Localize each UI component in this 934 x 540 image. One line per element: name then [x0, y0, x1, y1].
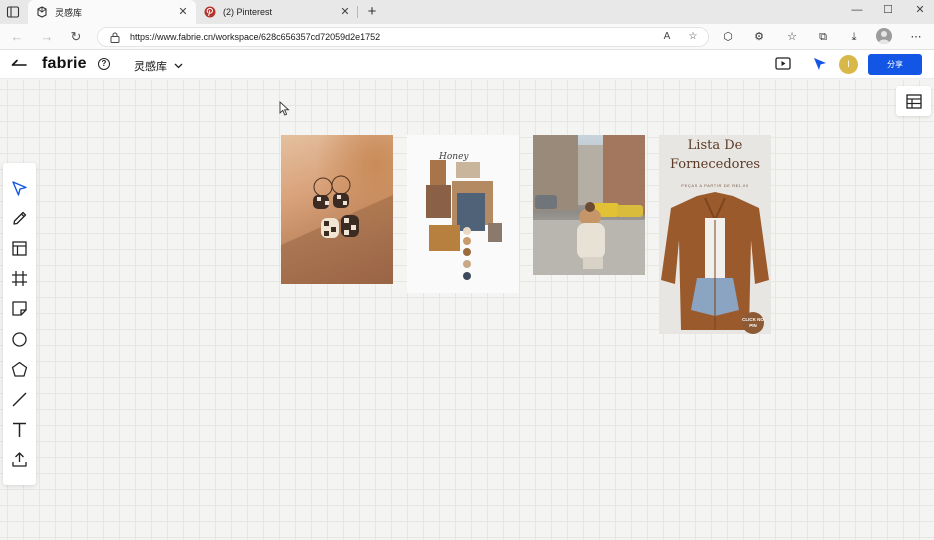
earrings-illustration — [281, 175, 393, 284]
profile-icon — [878, 31, 890, 44]
fabrie-logo[interactable]: fabrie — [42, 55, 87, 73]
tab-title: (2) Pinterest — [223, 7, 273, 17]
workspace-name: 灵感库 — [134, 61, 167, 73]
read-aloud-icon[interactable]: A — [660, 30, 674, 44]
circle-tool-icon[interactable] — [11, 331, 28, 348]
close-window-icon[interactable]: ✕ — [913, 3, 927, 17]
sticky-note-tool-icon[interactable] — [11, 300, 28, 317]
downloads-icon[interactable]: ⤓ — [846, 29, 862, 45]
suppliers-list-pin[interactable]: Lista De Fornecedores PEÇAS A PARTIR DE … — [659, 135, 771, 334]
url-text[interactable]: https://www.fabrie.cn/workspace/628c6563… — [130, 32, 380, 42]
chevron-down-icon — [174, 63, 183, 69]
close-tab-icon[interactable]: ✕ — [340, 7, 350, 18]
forward-icon[interactable]: → — [39, 29, 55, 45]
polygon-tool-icon[interactable] — [11, 361, 28, 378]
favorite-star-icon[interactable]: ☆ — [686, 30, 700, 44]
earrings-photo[interactable] — [281, 135, 393, 284]
back-icon[interactable]: ← — [9, 29, 25, 45]
help-icon[interactable]: ? — [98, 58, 110, 70]
new-tab-button[interactable]: + — [364, 4, 380, 20]
tab-inspiration[interactable]: 灵感库 ✕ — [28, 0, 196, 24]
frame-tool-icon[interactable] — [11, 270, 28, 287]
honey-moodboard[interactable]: Honey — [407, 135, 519, 293]
present-icon[interactable] — [775, 57, 791, 70]
pin-title-line-1: Lista De — [687, 138, 743, 153]
moodboard-caption: Honey — [439, 152, 469, 162]
workspace-selector[interactable]: 灵感库 — [134, 58, 183, 74]
tab-title: 灵感库 — [55, 7, 83, 18]
pin-subtitle: PEÇAS A PARTIR DE R$1,00 — [681, 183, 749, 188]
follow-cursor-icon[interactable] — [813, 57, 827, 71]
select-tool-icon[interactable] — [11, 180, 28, 197]
app-header: fabrie ? 灵感库 I 分享 — [0, 50, 934, 79]
navigation-bar: ← → ↻ https://www.fabrie.cn/workspace/62… — [0, 24, 934, 50]
click-no-pin-badge: CLICK NO PIN — [742, 312, 764, 334]
pinterest-icon — [204, 6, 216, 18]
mouse-pointer-icon — [279, 101, 290, 116]
favorites-icon[interactable]: ☆ — [784, 29, 800, 45]
user-avatar[interactable]: I — [839, 55, 858, 74]
collections-icon[interactable]: ⧉ — [815, 29, 831, 45]
close-tab-icon[interactable]: ✕ — [178, 7, 188, 18]
tool-palette — [3, 163, 36, 485]
refresh-icon[interactable]: ↻ — [68, 29, 84, 45]
text-tool-icon[interactable] — [11, 421, 28, 438]
street-scene-illustration — [533, 135, 645, 275]
tab-pinterest[interactable]: (2) Pinterest ✕ — [196, 0, 358, 24]
pin-title-line-2: Fornecedores — [669, 157, 761, 172]
window-menu-icon[interactable] — [6, 5, 20, 19]
minimize-icon[interactable]: — — [850, 3, 864, 17]
layout-tool-icon[interactable] — [11, 240, 28, 257]
upload-tool-icon[interactable] — [11, 451, 28, 468]
back-arrow-icon[interactable] — [11, 57, 27, 71]
layout-panel-button[interactable] — [896, 86, 931, 116]
pen-tool-icon[interactable] — [11, 210, 28, 227]
tab-separator — [357, 6, 358, 18]
table-layout-icon — [906, 94, 922, 109]
extension-puzzle-icon[interactable]: ⬡ — [720, 29, 736, 45]
lock-icon[interactable] — [110, 32, 120, 43]
address-bar[interactable]: https://www.fabrie.cn/workspace/628c6563… — [97, 27, 709, 47]
tab-strip: 灵感库 ✕ (2) Pinterest ✕ + — ☐ ✕ — [0, 0, 934, 24]
line-tool-icon[interactable] — [11, 391, 28, 408]
profile-avatar[interactable] — [876, 28, 892, 44]
extensions-icon[interactable]: ⚙ — [751, 29, 767, 45]
more-options-icon[interactable]: ⋯ — [908, 29, 924, 45]
maximize-icon[interactable]: ☐ — [881, 3, 895, 17]
fabrie-tab-icon — [37, 6, 47, 18]
share-button[interactable]: 分享 — [868, 54, 922, 75]
street-fashion-photo[interactable] — [533, 135, 645, 275]
